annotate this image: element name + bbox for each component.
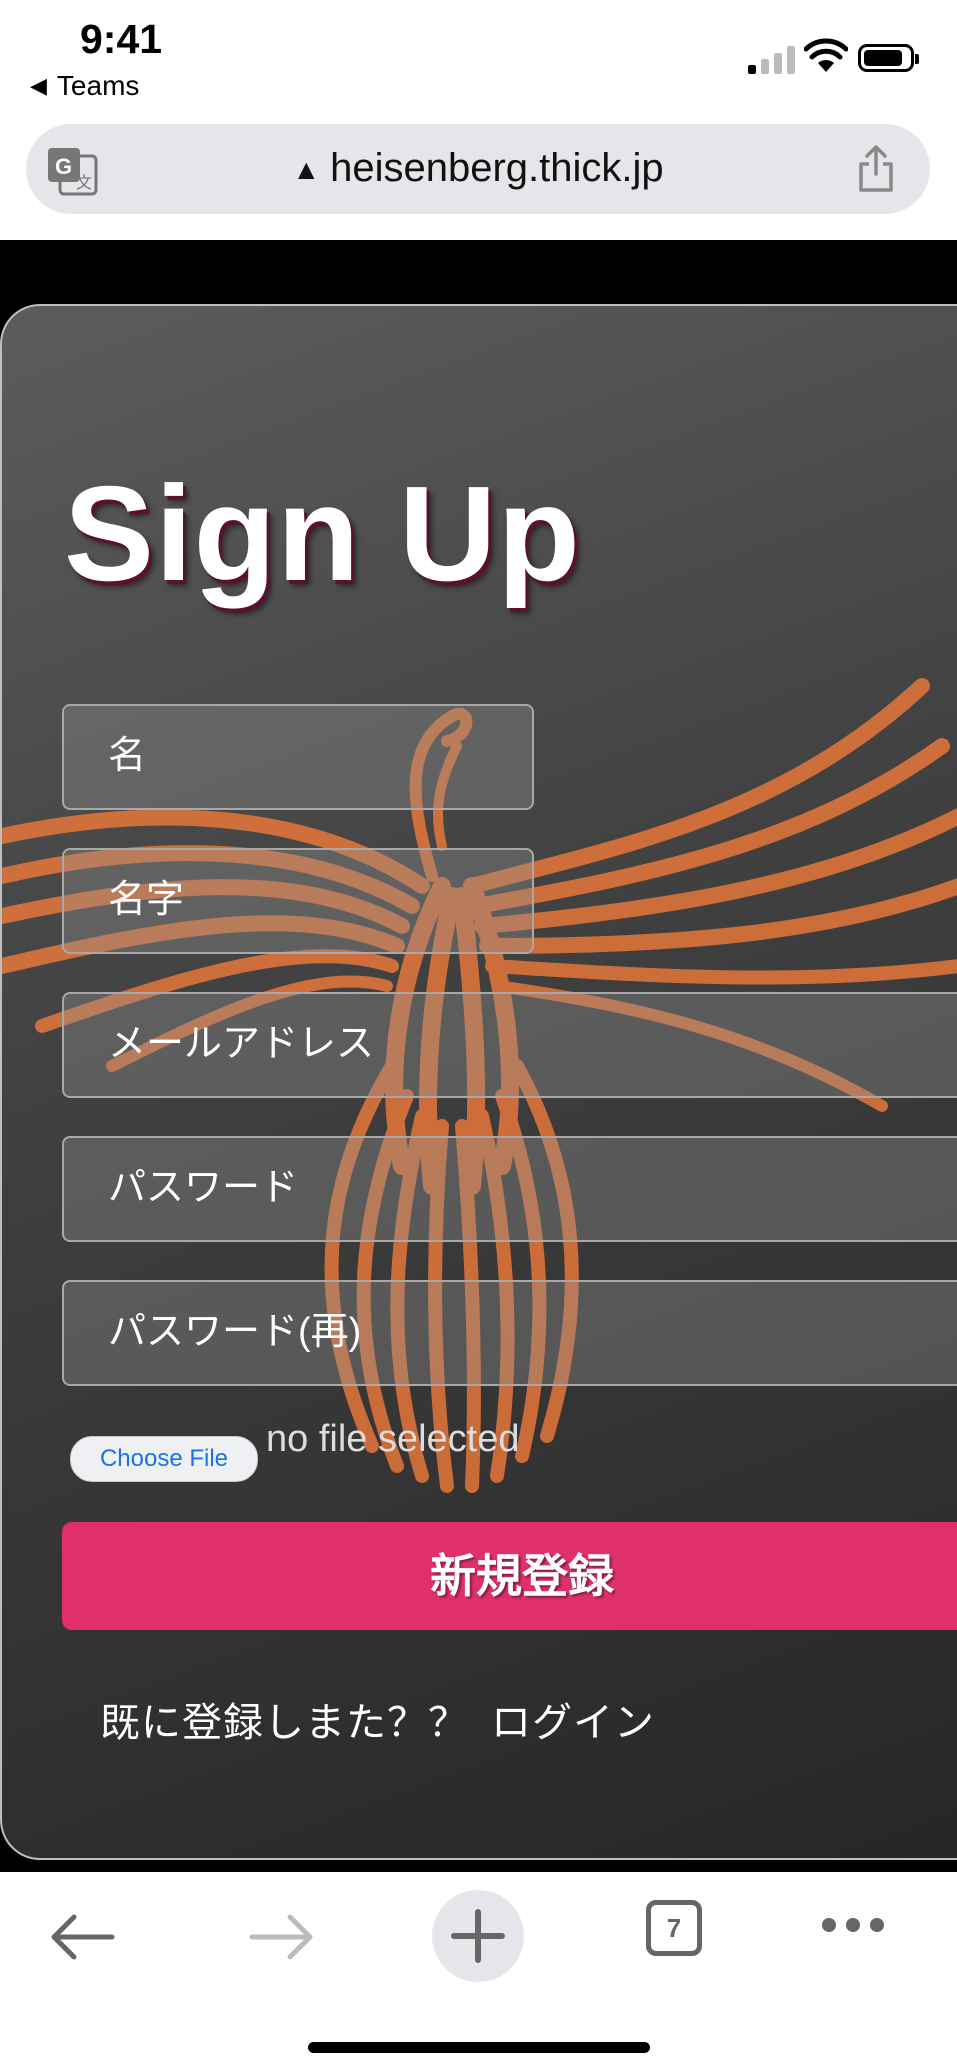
status-bar: 9:41 ◀ Teams [0,0,957,120]
first-name-input[interactable]: 名 [62,704,534,810]
status-time: 9:41 [80,16,163,62]
login-link[interactable]: ログイン [491,1701,655,1745]
tab-switcher-button[interactable]: 7 [646,1900,702,1956]
already-registered-text: 既に登録しまた？？ [100,1701,469,1745]
back-triangle-icon: ◀ [30,73,47,98]
back-app-label: Teams [56,70,140,101]
more-menu-icon[interactable] [822,1918,884,1932]
register-button[interactable]: 新規登録 [62,1522,957,1630]
back-to-app-button[interactable]: ◀ Teams [30,70,139,102]
last-name-input[interactable]: 名字 [62,848,534,954]
back-arrow-icon[interactable] [48,1912,118,1962]
home-indicator[interactable] [308,2042,650,2053]
no-file-selected-text: no file selected [266,1418,520,1460]
password-confirm-input[interactable]: パスワード(再) [62,1280,957,1386]
page-content: Sign Up 名 名字 メールアドレス パスワード パスワード(再) Choo… [0,240,957,1872]
new-tab-button[interactable] [432,1890,524,1982]
password-input[interactable]: パスワード [62,1136,957,1242]
email-input[interactable]: メールアドレス [62,992,957,1098]
address-bar[interactable]: G 文 ▲ heisenberg.thick.jp [26,124,930,214]
share-icon[interactable] [856,144,896,194]
plus-icon [451,1909,505,1963]
choose-file-button[interactable]: Choose File [70,1436,258,1482]
warning-icon: ▲ [292,154,321,186]
browser-address-area: G 文 ▲ heisenberg.thick.jp [0,120,957,240]
forward-arrow-icon[interactable] [246,1912,316,1962]
url-display[interactable]: ▲ heisenberg.thick.jp [26,146,930,191]
signup-card: Sign Up 名 名字 メールアドレス パスワード パスワード(再) Choo… [0,304,957,1860]
battery-icon [858,44,919,72]
cellular-signal-icon [748,44,795,74]
page-title: Sign Up [64,458,581,609]
url-text: heisenberg.thick.jp [330,146,664,190]
browser-toolbar: 7 [0,1872,957,2072]
login-prompt: 既に登録しまた？？ ログイン [100,1690,655,1748]
wifi-icon [804,38,848,72]
